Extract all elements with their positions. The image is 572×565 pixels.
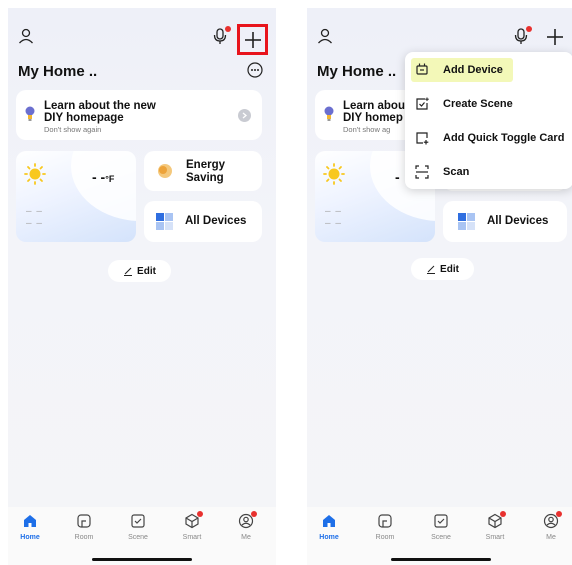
- tab-scene-label: Scene: [431, 534, 451, 541]
- weather-placeholder-2: – –: [325, 218, 342, 229]
- me-notification-dot: [251, 511, 257, 517]
- tab-room[interactable]: Room: [363, 513, 407, 541]
- menu-item-label: Create Scene: [443, 98, 513, 110]
- scene-icon: [434, 514, 448, 528]
- tab-smart-label: Smart: [485, 534, 505, 541]
- tab-scene[interactable]: Scene: [419, 513, 463, 541]
- add-button[interactable]: [546, 28, 564, 46]
- weather-placeholder-2: – –: [26, 218, 43, 229]
- plus-icon: [547, 29, 563, 45]
- create-scene-icon: [415, 97, 435, 111]
- banner-title-line2: DIY homepage: [44, 112, 124, 124]
- tab-room-label: Room: [375, 534, 395, 541]
- edit-button[interactable]: Edit: [108, 260, 171, 282]
- scene-icon: [131, 514, 145, 528]
- tab-smart-label: Smart: [182, 534, 202, 541]
- home-indicator: [92, 558, 192, 561]
- home-indicator: [391, 558, 491, 561]
- tab-room[interactable]: Room: [62, 513, 106, 541]
- all-devices-card[interactable]: All Devices: [443, 201, 567, 242]
- tab-home-label: Home: [20, 534, 40, 541]
- energy-icon: [157, 163, 173, 179]
- diy-banner[interactable]: Learn about the new DIY homepage Don't s…: [16, 90, 262, 140]
- lightbulb-icon: [25, 106, 35, 122]
- add-device-icon: [415, 63, 435, 77]
- chevron-right-icon[interactable]: [238, 109, 251, 122]
- home-icon: [24, 515, 36, 527]
- all-devices-label: All Devices: [487, 215, 549, 227]
- me-notification-dot: [556, 511, 562, 517]
- menu-item-create-scene[interactable]: Create Scene: [405, 90, 572, 118]
- tab-me-label: Me: [241, 534, 251, 541]
- temperature-value: - -°F: [92, 169, 115, 185]
- home-screen: My Home .. Learn about the new DIY homep…: [8, 8, 276, 565]
- edit-label: Edit: [137, 265, 156, 277]
- sun-icon: [323, 163, 345, 185]
- pencil-icon: [426, 264, 436, 274]
- energy-saving-label-line1: Energy: [186, 159, 225, 171]
- smart-notification-dot: [500, 511, 506, 517]
- weather-placeholder-1: – –: [325, 206, 342, 217]
- menu-item-add-device[interactable]: Add Device: [405, 56, 572, 84]
- menu-item-scan[interactable]: Scan: [405, 158, 572, 186]
- add-menu-dropdown: Add Device Create Scene Add Quick Toggle…: [405, 52, 572, 189]
- temperature-value: -: [395, 169, 400, 185]
- profile-icon[interactable]: [18, 28, 34, 44]
- tab-me[interactable]: Me: [224, 511, 268, 541]
- more-options-icon[interactable]: [247, 62, 263, 78]
- sun-icon: [24, 163, 46, 185]
- home-icon: [323, 515, 335, 527]
- tab-bar: Home Room Scene Smart Me: [307, 507, 572, 565]
- energy-saving-card[interactable]: Energy Saving: [144, 151, 262, 191]
- banner-title-line2: DIY homep: [343, 112, 403, 124]
- menu-item-add-quick-toggle-card[interactable]: Add Quick Toggle Card: [405, 124, 572, 152]
- edit-button[interactable]: Edit: [411, 258, 474, 280]
- home-title[interactable]: My Home ..: [317, 63, 396, 80]
- energy-saving-label-line2: Saving: [186, 172, 224, 184]
- scan-icon: [415, 165, 435, 179]
- dont-show-again-link[interactable]: Don't show again: [44, 125, 101, 134]
- tab-smart[interactable]: Smart: [473, 511, 517, 541]
- dont-show-again-link[interactable]: Don't show ag: [343, 125, 390, 134]
- weather-card[interactable]: - -°F – – – –: [16, 151, 136, 242]
- tab-home-label: Home: [319, 534, 339, 541]
- plus-icon: [245, 32, 261, 48]
- tab-scene[interactable]: Scene: [116, 513, 160, 541]
- menu-item-label: Add Quick Toggle Card: [443, 132, 565, 144]
- lightbulb-icon: [324, 106, 334, 122]
- home-screen-with-menu: My Home .. Learn abou DIY homep Don't sh…: [307, 8, 572, 565]
- edit-label: Edit: [440, 263, 459, 275]
- weather-placeholder-1: – –: [26, 206, 43, 217]
- tab-bar: Home Room Scene Smart Me: [8, 507, 276, 565]
- menu-item-label: Add Device: [443, 64, 503, 76]
- menu-item-label: Scan: [443, 166, 470, 178]
- add-button[interactable]: [244, 31, 262, 49]
- notification-dot: [526, 26, 532, 32]
- home-title[interactable]: My Home ..: [18, 63, 97, 80]
- smart-notification-dot: [197, 511, 203, 517]
- room-icon: [77, 514, 91, 528]
- tab-me-label: Me: [546, 534, 556, 541]
- tab-me[interactable]: Me: [529, 511, 572, 541]
- devices-grid-icon: [458, 213, 475, 230]
- all-devices-card[interactable]: All Devices: [144, 201, 262, 242]
- profile-icon[interactable]: [317, 28, 333, 44]
- notification-dot: [225, 26, 231, 32]
- tab-home[interactable]: Home: [307, 513, 351, 541]
- room-icon: [378, 514, 392, 528]
- tab-smart[interactable]: Smart: [170, 511, 214, 541]
- devices-grid-icon: [156, 213, 173, 230]
- pencil-icon: [123, 266, 133, 276]
- tab-room-label: Room: [74, 534, 94, 541]
- tab-home[interactable]: Home: [8, 513, 52, 541]
- all-devices-label: All Devices: [185, 215, 247, 227]
- quick-toggle-card-icon: [415, 131, 435, 145]
- tab-scene-label: Scene: [128, 534, 148, 541]
